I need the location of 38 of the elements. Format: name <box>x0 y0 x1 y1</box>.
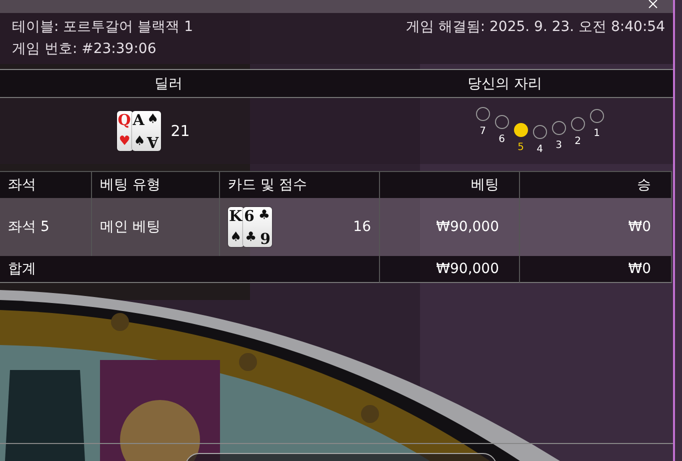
section-title: 딜러 <box>153 74 184 92</box>
column-header: 좌석 <box>0 171 92 198</box>
card-rank: 6 <box>260 229 270 247</box>
card-rank: A <box>147 133 159 151</box>
dealer-score: 21 <box>170 122 190 140</box>
seat-number: 1 <box>594 128 600 139</box>
seat-number: 3 <box>556 140 562 151</box>
table-cell: 메인 베팅 <box>100 218 160 236</box>
card-suit: ♣ <box>258 209 270 223</box>
seat-number: 5 <box>518 142 524 153</box>
seat-number: 7 <box>480 126 486 137</box>
card-rank: Q <box>118 111 131 129</box>
card-rank: K <box>229 207 242 225</box>
section-title: 당신의 자리 <box>466 74 543 92</box>
card-rank: A <box>132 111 144 129</box>
game-number: 게임 번호: #23:39:06 <box>12 40 158 58</box>
table-cell: ₩0 <box>628 261 651 277</box>
table-cell: ₩90,000 <box>436 261 499 277</box>
card-suit: ♠ <box>147 113 159 127</box>
column-header: 카드 및 점수 <box>220 171 380 198</box>
resolved-time: 게임 해결됨: 2025. 9. 23. 오전 8:40:54 <box>406 18 665 36</box>
hand-score: 16 <box>353 219 371 235</box>
table-cell: ₩90,000 <box>436 219 499 235</box>
card-suit: ♠ <box>134 135 146 149</box>
card-suit: ♠ <box>230 231 242 245</box>
card-suit: ♣ <box>245 231 257 245</box>
column-header: 베팅 유형 <box>92 171 220 198</box>
card-rank: 6 <box>244 207 254 225</box>
table-cell: ₩0 <box>628 219 651 235</box>
table-name: 테이블: 포르투갈어 블랙잭 1 <box>12 18 194 36</box>
seat-number: 6 <box>498 134 505 145</box>
card-suit: ♥ <box>118 135 130 149</box>
column-header: 승 <box>520 171 672 198</box>
column-header: 베팅 <box>380 171 520 198</box>
seat-number: 2 <box>574 136 581 147</box>
seat-number: 4 <box>536 144 543 155</box>
total-label: 합계 <box>8 260 36 278</box>
table-cell: 좌석 5 <box>8 218 50 236</box>
